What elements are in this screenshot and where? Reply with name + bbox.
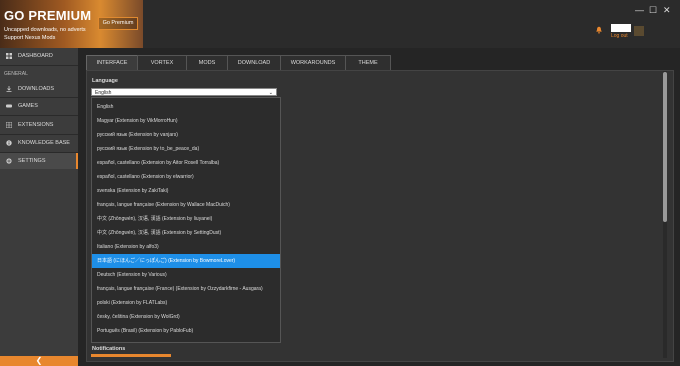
language-option[interactable]: česky, čeština (Extension by WolGrd) (92, 310, 280, 324)
language-option[interactable]: Deutsch (Extension by Various) (92, 268, 280, 282)
tab-interface[interactable]: INTERFACE (86, 55, 138, 71)
language-select[interactable]: English ⌄ (91, 88, 277, 96)
language-option[interactable]: 中文 (Zhōngwén), 汉语, 漢語 (Extension by Sett… (92, 226, 280, 240)
gamepad-icon (6, 104, 12, 108)
language-dropdown[interactable]: English Magyar (Extension by VikMorroHun… (91, 97, 281, 343)
tab-mods[interactable]: MODS (186, 55, 228, 71)
sidebar-item-label: EXTENSIONS (18, 122, 54, 128)
language-option[interactable]: français, langue française (Extension by… (92, 198, 280, 212)
username-box (611, 24, 631, 32)
language-option-highlighted[interactable]: 日本語 (にほんご／にっぽんご) (Extension by BowmoreLo… (92, 254, 280, 268)
scrollbar-thumb[interactable] (663, 72, 667, 222)
chevron-down-icon: ⌄ (268, 90, 273, 96)
sidebar-item-knowledge-base[interactable]: KNOWLEDGE BASE (0, 135, 78, 151)
tab-theme[interactable]: THEME (345, 55, 391, 71)
sidebar-section-general: GENERAL (4, 71, 28, 77)
gear-icon (6, 158, 12, 164)
tab-vortex[interactable]: VORTEX (137, 55, 187, 71)
language-option[interactable]: English (92, 100, 280, 114)
sidebar-item-label: GAMES (18, 103, 38, 109)
language-option[interactable]: Magyar (Extension by VikMorroHun) (92, 114, 280, 128)
dashboard-icon (6, 53, 12, 59)
language-select-value: English (95, 90, 112, 96)
sidebar-divider (0, 65, 78, 66)
language-label: Language (92, 78, 118, 84)
extensions-icon (6, 122, 12, 128)
language-option[interactable]: polski (Extension by FLATLabs) (92, 296, 280, 310)
notification-bell-icon[interactable] (595, 26, 603, 34)
language-option[interactable]: español, castellano (Extension by Aitor … (92, 156, 280, 170)
language-option[interactable]: 中文 (Zhōngwén), 汉语, 漢語 (Extension by liuy… (92, 212, 280, 226)
sidebar-item-label: DASHBOARD (18, 53, 53, 59)
tab-download[interactable]: DOWNLOAD (227, 55, 281, 71)
close-button[interactable]: ✕ (663, 5, 671, 16)
notifications-label: Notifications (92, 346, 126, 352)
premium-line-2: Support Nexus Mods (4, 35, 56, 41)
language-option[interactable]: русский язык (Extension by to_be_peace_d… (92, 142, 280, 156)
sidebar-item-games[interactable]: GAMES (0, 98, 78, 114)
logout-link[interactable]: Log out (611, 33, 628, 39)
sidebar-item-settings[interactable]: SETTINGS (0, 153, 78, 169)
sidebar-item-label: KNOWLEDGE BASE (18, 140, 70, 146)
language-option[interactable]: русский язык (Extension by vanjars) (92, 128, 280, 142)
info-icon (6, 140, 12, 146)
avatar[interactable] (634, 26, 644, 36)
collapse-sidebar-button[interactable]: ❮ (0, 356, 78, 366)
sidebar-item-extensions[interactable]: EXTENSIONS (0, 117, 78, 133)
premium-title: GO PREMIUM (4, 8, 92, 23)
language-option[interactable]: svenska (Extension by ZakiTaki) (92, 184, 280, 198)
language-option[interactable]: Italiano (Extension by alfo3) (92, 240, 280, 254)
maximize-button[interactable]: ☐ (649, 5, 657, 16)
sidebar-item-label: SETTINGS (18, 158, 46, 164)
sidebar-item-dashboard[interactable]: DASHBOARD (0, 48, 78, 64)
sidebar-item-downloads[interactable]: DOWNLOADS (0, 81, 78, 97)
premium-line-1: Uncapped downloads, no adverts (4, 27, 86, 33)
language-option[interactable]: français, langue française (France) (Ext… (92, 282, 280, 296)
language-option[interactable]: español, castellano (Extension by elwarr… (92, 170, 280, 184)
language-option[interactable]: Português (Brasil) (Extension by PabloFu… (92, 324, 280, 338)
top-bar (143, 0, 680, 48)
go-premium-button[interactable]: Go Premium (98, 17, 138, 30)
sidebar-divider (0, 115, 78, 116)
download-icon (6, 86, 12, 92)
notifications-accent-bar (91, 354, 171, 357)
premium-banner: GO PREMIUM Uncapped downloads, no advert… (0, 0, 143, 48)
sidebar-item-label: DOWNLOADS (18, 86, 55, 92)
tab-workarounds[interactable]: WORKAROUNDS (280, 55, 346, 71)
minimize-button[interactable]: — (635, 5, 644, 15)
